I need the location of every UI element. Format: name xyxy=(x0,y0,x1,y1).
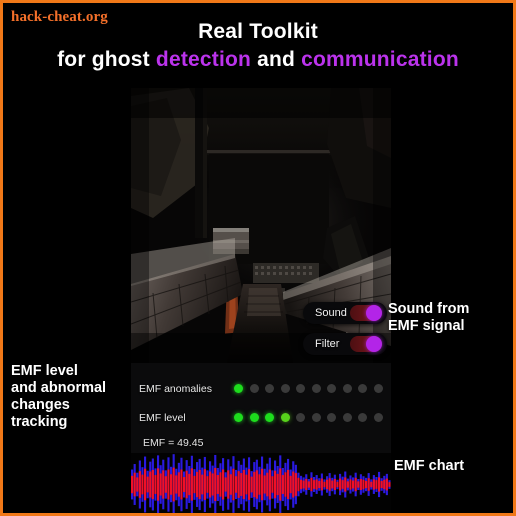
toggle-switch-filter[interactable] xyxy=(350,336,382,352)
page-title: Real Toolkit for ghost detection and com… xyxy=(3,19,513,75)
emf-led-dot xyxy=(249,413,259,422)
emf-led-dot xyxy=(327,413,336,422)
emf-led-dot xyxy=(373,413,383,422)
emf-led-dot xyxy=(265,413,274,422)
emf-anomalies-dot-strip xyxy=(234,384,383,393)
camera-feed-view[interactable]: Sound Filter xyxy=(131,88,391,363)
emf-led-dot xyxy=(358,413,367,422)
emf-led-dot xyxy=(296,384,305,393)
callout-emf-line-1: EMF level xyxy=(11,363,78,379)
toggle-row-sound[interactable]: Sound xyxy=(303,302,387,324)
emf-chart xyxy=(131,453,391,513)
emf-row-level: EMF level xyxy=(139,403,385,432)
emf-level-dot-strip xyxy=(234,413,383,422)
headline-accent-communication: communication xyxy=(301,48,459,71)
callout-chart-line-1: EMF chart xyxy=(394,458,465,474)
headline-line-2: for ghost detection and communication xyxy=(3,45,513,75)
emf-led-dot xyxy=(311,413,321,422)
callout-emf-line-3: changes xyxy=(11,397,70,413)
emf-led-dot xyxy=(234,413,243,422)
emf-led-dot xyxy=(311,384,321,393)
emf-anomalies-label: EMF anomalies xyxy=(139,382,212,395)
toggle-switch-sound[interactable] xyxy=(350,305,382,321)
callout-sound-from-emf-signal: Sound from EMF signal xyxy=(388,301,506,335)
emf-led-dot xyxy=(234,384,243,393)
emf-led-dot xyxy=(358,384,367,393)
toggle-group: Sound Filter xyxy=(303,302,387,355)
emf-led-dot xyxy=(280,384,290,393)
toggle-row-filter[interactable]: Filter xyxy=(303,333,387,355)
toggle-label-filter: Filter xyxy=(315,338,340,350)
toggle-label-sound: Sound xyxy=(315,307,347,319)
app-promo-screen: Sound Filter EMF anomalies EMF level EMF… xyxy=(0,0,516,516)
emf-row-anomalies: EMF anomalies xyxy=(139,374,385,403)
watermark: hack-cheat.org xyxy=(11,9,108,25)
headline-accent-detection: detection xyxy=(155,48,252,71)
callout-sound-line-1: Sound from xyxy=(388,301,470,317)
callout-emf-line-4: tracking xyxy=(11,414,68,430)
toggle-knob-filter xyxy=(366,336,382,352)
emf-led-dot xyxy=(296,413,305,422)
app-screenshot-panel: Sound Filter EMF anomalies EMF level EMF… xyxy=(131,88,391,513)
emf-led-dot xyxy=(342,384,352,393)
callout-sound-line-2: EMF signal xyxy=(388,318,465,334)
emf-waveform-plot xyxy=(131,453,391,513)
emf-readout-panel: EMF anomalies EMF level EMF = 49.45 xyxy=(131,363,391,453)
callout-emf-level-tracking: EMF level and abnormal changes tracking xyxy=(11,363,129,431)
headline-text-for-ghost: for ghost xyxy=(57,48,156,71)
callout-emf-chart: EMF chart xyxy=(394,458,506,475)
emf-led-dot xyxy=(342,413,352,422)
toggle-knob-sound xyxy=(366,305,382,321)
emf-reading-value: EMF = 49.45 xyxy=(143,437,204,449)
emf-led-dot xyxy=(280,413,290,422)
callout-emf-line-2: and abnormal xyxy=(11,380,107,396)
emf-led-dot xyxy=(265,384,274,393)
emf-level-label: EMF level xyxy=(139,411,186,424)
emf-led-dot xyxy=(327,384,336,393)
emf-led-dot xyxy=(373,384,383,393)
headline-text-and: and xyxy=(251,48,302,71)
emf-led-dot xyxy=(249,384,259,393)
